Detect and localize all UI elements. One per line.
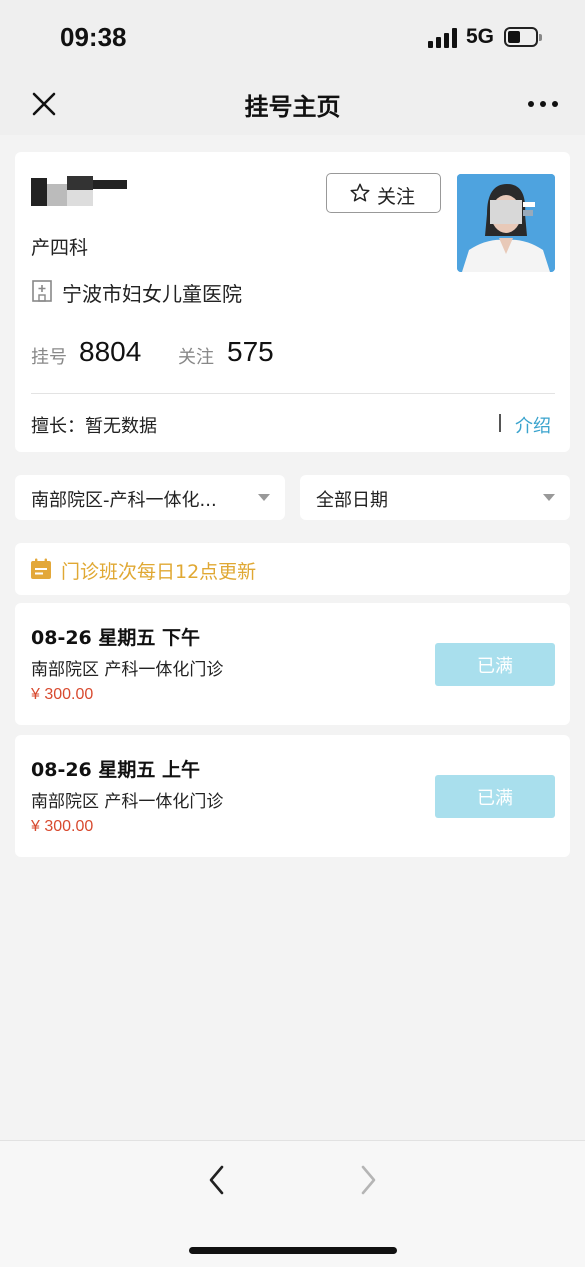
doctor-name-redacted — [31, 176, 127, 208]
battery-icon — [504, 27, 542, 47]
follow-count-label: 关注 — [178, 347, 214, 368]
nav-bar: 挂号主页 — [0, 75, 585, 135]
bottom-toolbar — [0, 1140, 585, 1267]
follow-button[interactable]: 关注 — [326, 173, 441, 213]
page-title: 挂号主页 — [244, 93, 341, 121]
doctor-card: 关注 产四科 宁波市妇女儿童医院 挂号 8804 关注 575 擅长：暂无数据 … — [15, 152, 570, 452]
specialty: 擅长：暂无数据 — [31, 416, 157, 437]
signal-icon — [428, 28, 458, 48]
calendar-icon — [30, 558, 52, 580]
slot-price: ¥ 300.00 — [31, 818, 94, 835]
campus-select-value: 南部院区-产科一体化... — [31, 490, 217, 511]
register-label: 挂号 — [31, 347, 67, 368]
date-select-value: 全部日期 — [316, 490, 388, 511]
slot-time: 08-26 星期五 下午 — [31, 627, 200, 649]
schedule-slot: 08-26 星期五 下午 南部院区 产科一体化门诊 ¥ 300.00 已满 — [15, 603, 570, 725]
intro-link[interactable]: 介绍 — [515, 412, 551, 438]
hospital-icon — [31, 279, 53, 303]
schedule-notice: 门诊班次每日12点更新 — [15, 543, 570, 595]
status-time: 09:38 — [60, 22, 127, 52]
slot-time: 08-26 星期五 上午 — [31, 759, 200, 781]
full-button[interactable]: 已满 — [435, 643, 555, 686]
separator — [499, 414, 501, 432]
follow-label: 关注 — [377, 186, 416, 208]
home-indicator — [189, 1247, 397, 1254]
notice-text: 门诊班次每日12点更新 — [61, 561, 257, 583]
divider — [31, 393, 555, 394]
more-icon[interactable] — [528, 101, 558, 107]
status-bar: 09:38 5G — [0, 0, 585, 75]
doctor-photo — [457, 174, 555, 272]
back-arrow-icon[interactable] — [202, 1163, 232, 1197]
register-count: 8804 — [79, 336, 142, 367]
slot-price: ¥ 300.00 — [31, 686, 94, 703]
follow-count: 575 — [227, 336, 274, 367]
full-button[interactable]: 已满 — [435, 775, 555, 818]
network-label: 5G — [466, 25, 495, 48]
forward-arrow-icon[interactable] — [353, 1163, 383, 1197]
dropdown-arrow-icon — [543, 494, 555, 501]
hospital-name: 宁波市妇女儿童医院 — [62, 282, 242, 306]
star-icon — [349, 182, 371, 204]
slot-location: 南部院区 产科一体化门诊 — [31, 792, 224, 812]
schedule-slot: 08-26 星期五 上午 南部院区 产科一体化门诊 ¥ 300.00 已满 — [15, 735, 570, 857]
department: 产四科 — [31, 237, 89, 259]
dropdown-arrow-icon — [258, 494, 270, 501]
slot-location: 南部院区 产科一体化门诊 — [31, 660, 224, 680]
campus-select[interactable]: 南部院区-产科一体化... — [15, 475, 285, 520]
date-select[interactable]: 全部日期 — [300, 475, 570, 520]
